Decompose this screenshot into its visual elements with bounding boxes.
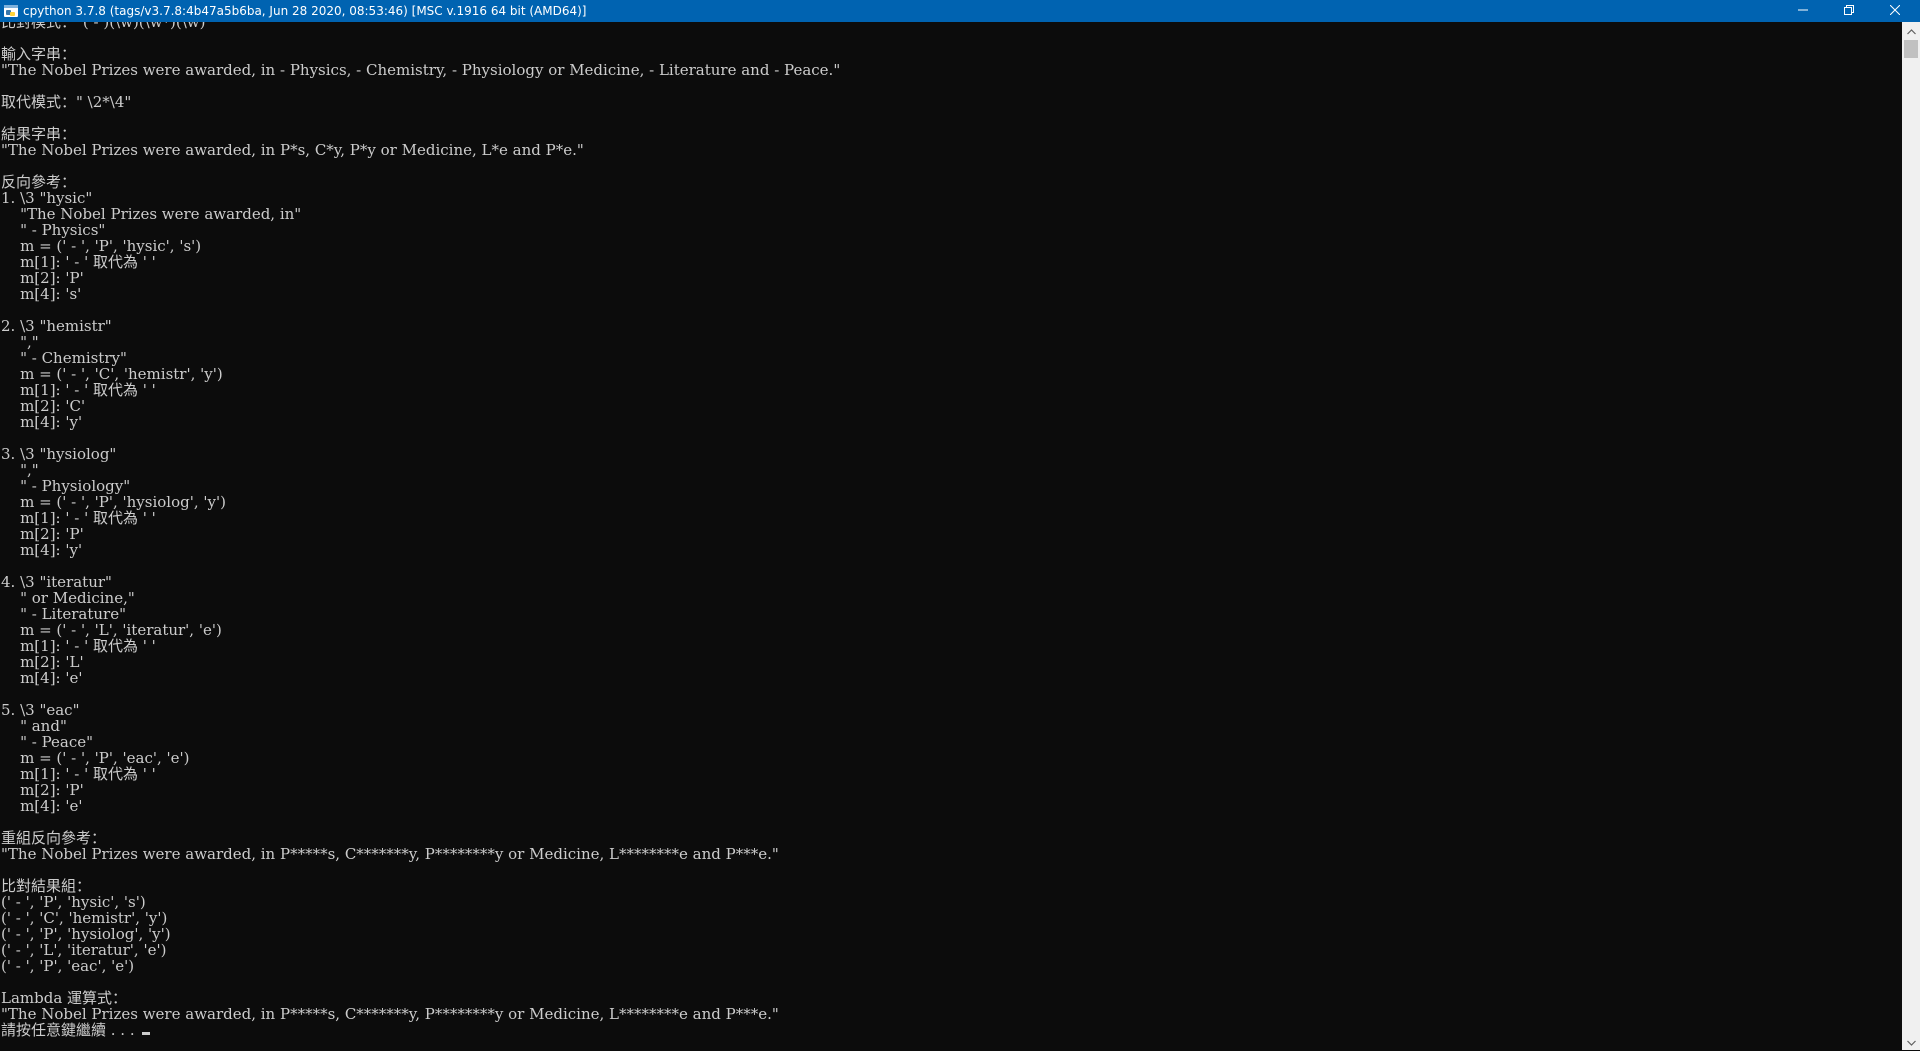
continue-prompt: 請按任意鍵繼續 . . . [1, 1021, 140, 1039]
console-line: m[4]: 'e' [1, 797, 83, 815]
python-console-icon[interactable] [3, 3, 19, 19]
chevron-down-icon [1906, 1033, 1916, 1051]
window-title: cpython 3.7.8 (tags/v3.7.8:4b47a5b6ba, J… [23, 4, 587, 18]
close-icon [1889, 4, 1901, 18]
console-output[interactable]: 比對模式："( - )(\w)(\w*)(\w)" 輸入字串： "The Nob… [0, 22, 1902, 1050]
restore-button[interactable] [1826, 0, 1872, 22]
chevron-up-icon [1906, 22, 1916, 40]
scroll-up-button[interactable] [1902, 22, 1920, 39]
close-button[interactable] [1872, 0, 1918, 22]
console-line: "The Nobel Prizes were awarded, in P****… [1, 845, 779, 863]
title-bar[interactable]: cpython 3.7.8 (tags/v3.7.8:4b47a5b6ba, J… [0, 0, 1920, 22]
console-line: (' - ', 'P', 'eac', 'e') [1, 957, 135, 975]
console-line: m[4]: 'e' [1, 669, 83, 687]
minimize-button[interactable] [1780, 0, 1826, 22]
console-line: 取代模式：" \2*\4" [1, 93, 132, 111]
scroll-down-button[interactable] [1902, 1033, 1920, 1050]
console-line: m[4]: 'y' [1, 413, 83, 431]
console-line: "The Nobel Prizes were awarded, in P*s, … [1, 141, 584, 159]
minimize-icon [1798, 4, 1808, 18]
console-text: 比對模式："( - )(\w)(\w*)(\w)" 輸入字串： "The Nob… [0, 22, 1902, 1038]
console-line: "The Nobel Prizes were awarded, in - Phy… [1, 61, 841, 79]
console-window: cpython 3.7.8 (tags/v3.7.8:4b47a5b6ba, J… [0, 0, 1920, 1050]
text-cursor [142, 1032, 151, 1035]
console-line: 比對模式："( - )(\w)(\w*)(\w)" [1, 22, 213, 31]
console-line: m[4]: 's' [1, 285, 82, 303]
scroll-thumb[interactable] [1904, 40, 1918, 58]
vertical-scrollbar[interactable] [1902, 22, 1920, 1050]
restore-icon [1844, 4, 1854, 18]
console-line: m[4]: 'y' [1, 541, 83, 559]
